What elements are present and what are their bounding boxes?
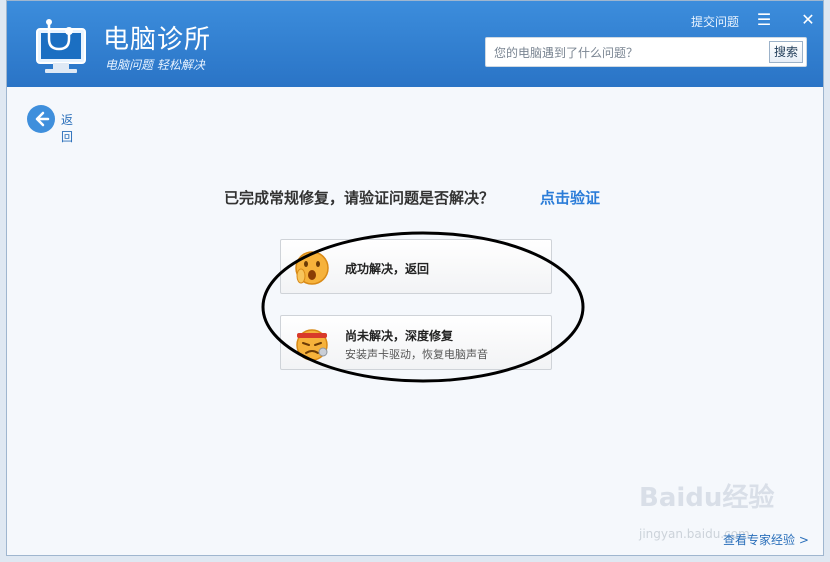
- title-bar: 电脑诊所 电脑问题 轻松解决 提交问题 ☰ ✕ 搜索: [7, 1, 823, 87]
- verify-link[interactable]: 点击验证: [540, 187, 600, 208]
- search-button[interactable]: 搜索: [769, 41, 803, 63]
- app-slogan: 电脑问题 轻松解决: [105, 58, 205, 72]
- close-icon[interactable]: ✕: [799, 11, 817, 29]
- back-label: 返回: [61, 113, 74, 144]
- annotation-ellipse: [261, 231, 585, 383]
- arrow-left-icon: [27, 105, 55, 133]
- logo-icon: [31, 17, 99, 77]
- watermark-text: Baidu经验: [639, 483, 775, 513]
- search-box: 搜索: [485, 37, 807, 67]
- app-title: 电脑诊所: [103, 25, 212, 55]
- menu-icon[interactable]: ☰: [755, 11, 773, 29]
- feedback-link[interactable]: 提交问题: [691, 13, 739, 30]
- baidu-watermark: Baidu经验 jingyan.baidu.com: [639, 477, 775, 541]
- page-headline: 已完成常规修复，请验证问题是否解决？: [224, 189, 495, 207]
- expert-experience-link[interactable]: 查看专家经验 >: [723, 531, 809, 548]
- search-input[interactable]: [492, 42, 766, 64]
- app-window: 电脑诊所 电脑问题 轻松解决 提交问题 ☰ ✕ 搜索 返回 已完成常规修复，请验…: [6, 0, 824, 556]
